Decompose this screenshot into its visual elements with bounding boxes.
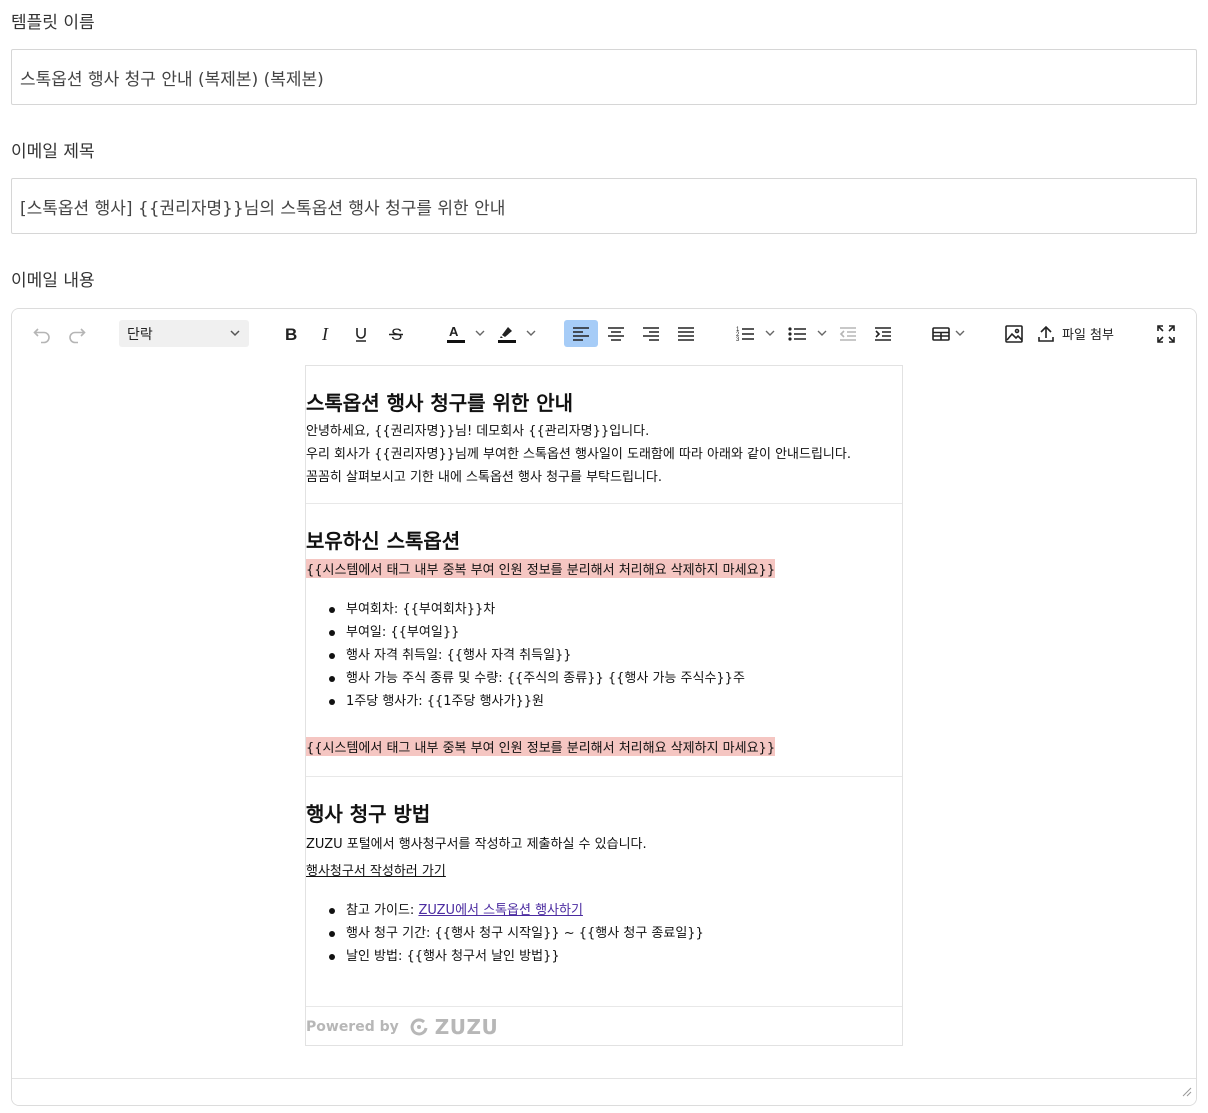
block-format-value: 단락 [127,326,153,343]
stock-options-section: 보유하신 스톡옵션 {{시스템에서 태그 내부 중복 부여 인원 정보를 분리해… [306,503,902,776]
upload-icon [1038,325,1054,342]
exercise-method-section: 행사 청구 방법 ZUZU 포털에서 행사청구서를 작성하고 제출하실 수 있습… [306,776,902,1007]
email-body-label: 이메일 내용 [11,271,95,291]
list-item: 날인 방법: {{행사 청구서 날인 방법}} [306,945,902,968]
template-name-label: 템플릿 이름 [11,13,95,33]
undo-button[interactable] [30,320,54,347]
editor-toolbar: 단락 B I S A 1 2 3 파일 첨부 [12,309,1196,357]
guide-link[interactable]: ZUZU에서 스톡옵션 행사하기 [418,903,582,918]
list-item: 부여일: {{부여일}} [306,621,902,644]
italic-button[interactable]: I [313,320,339,347]
undo-icon [33,327,50,343]
email-subject-input[interactable] [11,178,1197,234]
bullet-list-icon [788,326,806,341]
outdent-icon [839,326,856,341]
stock-options-heading: 보유하신 스톡옵션 [306,529,461,553]
chevron-down-icon[interactable] [816,322,828,344]
fullscreen-button[interactable] [1152,320,1180,347]
underline-button[interactable] [348,320,374,347]
zuzu-brand: ZUZU [434,1015,499,1039]
exercise-method-heading: 행사 청구 방법 [306,802,431,826]
outdent-button[interactable] [834,320,862,347]
exercise-form-link-wrap: 행사청구서 작성하러 가기 [306,860,446,879]
powered-by-text: Powered by [306,1019,399,1035]
editor-content-area[interactable]: 스톡옵션 행사 청구를 위한 안내 안녕하세요, {{권리자명}}님! 데모회사… [12,357,1196,1081]
zuzu-logo: ZUZU [409,1015,498,1039]
highlight-color-button[interactable] [494,320,520,347]
rich-text-editor: 단락 B I S A 1 2 3 파일 첨부 스톡옵션 행사 청구를 위한 안내… [11,308,1197,1106]
resize-handle-icon[interactable] [1182,1082,1192,1101]
bold-button[interactable]: B [278,320,304,347]
underline-icon [356,327,366,342]
exercise-method-list: 참고 가이드: ZUZU에서 스톡옵션 행사하기 행사 청구 기간: {{행사 … [306,899,902,968]
list-item: 참고 가이드: ZUZU에서 스톡옵션 행사하기 [306,899,902,922]
align-center-button[interactable] [602,320,630,347]
indent-button[interactable] [869,320,897,347]
list-item: 1주당 행사가: {{1주당 행사가}}원 [306,690,902,713]
editor-statusbar [12,1078,1196,1105]
align-right-button[interactable] [637,320,665,347]
intro-line-3: 꼼꼼히 살펴보시고 기한 내에 스톡옵션 행사 청구를 부탁드립니다. [306,470,662,485]
chevron-down-icon[interactable] [954,322,966,344]
intro-section: 스톡옵션 행사 청구를 위한 안내 안녕하세요, {{권리자명}}님! 데모회사… [306,366,902,503]
svg-text:A: A [449,324,459,339]
indent-icon [875,326,891,341]
powered-by-footer: Powered by ZUZU [306,1006,902,1047]
chevron-down-icon[interactable] [525,322,537,344]
intro-line-2: 우리 회사가 {{권리자명}}님께 부여한 스톡옵션 행사일이 도래함에 따라 … [306,447,851,462]
highlighter-icon [498,326,516,343]
list-item: 행사 청구 기간: {{행사 청구 시작일}} ~ {{행사 청구 종료일}} [306,922,902,945]
stock-options-list: 부여회차: {{부여회차}}차 부여일: {{부여일}} 행사 자격 취득일: … [306,598,902,713]
table-button[interactable] [928,320,954,347]
fullscreen-icon [1157,324,1175,343]
align-left-icon [573,326,589,341]
list-item: 행사 자격 취득일: {{행사 자격 취득일}} [306,644,902,667]
align-justify-button[interactable] [672,320,700,347]
svg-text:I: I [321,325,329,343]
numbered-list-button[interactable]: 123 [731,320,759,347]
numbered-list-icon: 123 [736,327,754,343]
redo-icon [69,327,86,343]
template-name-input[interactable] [11,49,1197,105]
svg-text:B: B [285,325,297,343]
text-color-icon: A [447,324,465,343]
system-tag-top: {{시스템에서 태그 내부 중복 부여 인원 정보를 분리해서 처리해요 삭제하… [306,559,776,578]
system-tag-bottom: {{시스템에서 태그 내부 중복 부여 인원 정보를 분리해서 처리해요 삭제하… [306,737,776,756]
image-button[interactable] [1000,320,1028,347]
bullet-list-button[interactable] [783,320,811,347]
align-left-button[interactable] [564,320,598,347]
strikethrough-icon: S [389,325,403,343]
guide-prefix: 참고 가이드: [346,903,419,918]
strikethrough-button[interactable]: S [383,320,409,347]
svg-text:3: 3 [736,337,740,343]
exercise-form-link[interactable]: 행사청구서 작성하러 가기 [306,864,446,879]
attach-file-label: 파일 첨부 [1062,328,1114,343]
intro-heading: 스톡옵션 행사 청구를 위한 안내 [306,391,574,415]
align-right-icon [643,326,659,341]
intro-line-1: 안녕하세요, {{권리자명}}님! 데모회사 {{관리자명}}입니다. [306,424,650,439]
align-justify-icon [678,326,694,341]
image-icon [1005,324,1023,343]
bold-icon: B [285,325,297,343]
chevron-down-icon[interactable] [474,322,486,344]
chevron-down-icon [229,327,241,343]
email-subject-label: 이메일 제목 [11,142,95,162]
list-item: 부여회차: {{부여회차}}차 [306,598,902,621]
italic-icon: I [321,325,329,343]
text-color-button[interactable]: A [443,320,469,347]
block-format-select[interactable]: 단락 [119,320,249,347]
table-icon [932,326,950,341]
exercise-method-desc: ZUZU 포털에서 행사청구서를 작성하고 제출하실 수 있습니다. [306,837,647,852]
attach-file-button[interactable]: 파일 첨부 [1036,320,1146,347]
chevron-down-icon[interactable] [764,322,776,344]
list-item: 행사 가능 주식 종류 및 수량: {{주식의 종류}} {{행사 가능 주식수… [306,667,902,690]
zuzu-logo-icon [410,1018,428,1036]
email-preview-card: 스톡옵션 행사 청구를 위한 안내 안녕하세요, {{권리자명}}님! 데모회사… [305,365,903,1046]
redo-button[interactable] [65,320,89,347]
align-center-icon [608,326,624,341]
